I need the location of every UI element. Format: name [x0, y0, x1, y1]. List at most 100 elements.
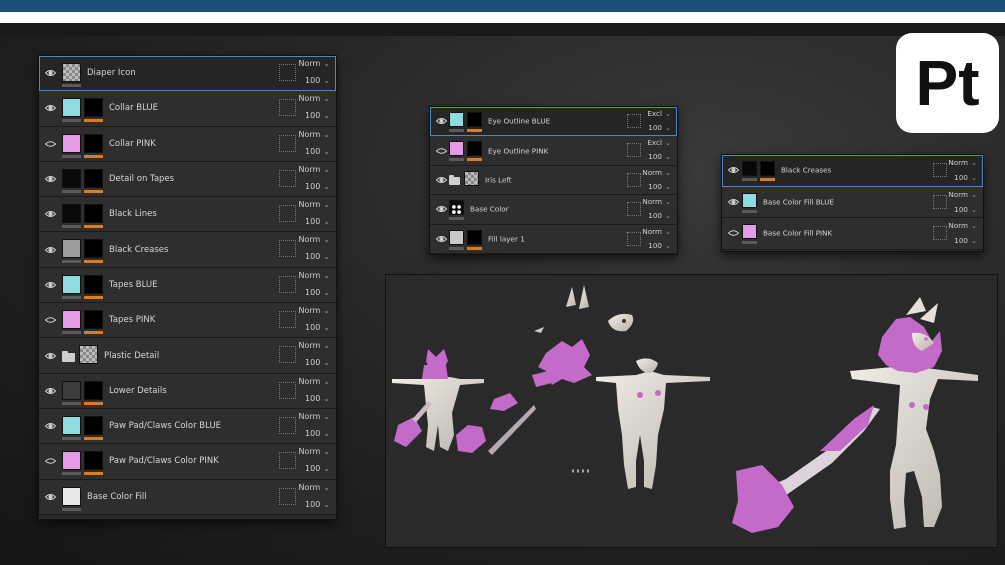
- blend-mode-dropdown[interactable]: Norm ⌄: [642, 168, 671, 177]
- layer-row[interactable]: Diaper Icon Norm ⌄ 100 ⌄: [39, 56, 336, 92]
- eye-visible-icon[interactable]: [45, 421, 56, 432]
- mask-thumbnail[interactable]: [84, 239, 103, 259]
- opacity-dropdown[interactable]: 100 ⌄: [305, 288, 330, 297]
- eye-visible-icon[interactable]: [728, 196, 739, 207]
- thumbnail-underline: [449, 246, 464, 250]
- mask-thumbnail[interactable]: [467, 229, 482, 245]
- eye-hidden-icon[interactable]: [45, 138, 56, 149]
- mask-thumbnail[interactable]: [84, 380, 103, 400]
- opacity-dropdown[interactable]: 100 ⌄: [305, 252, 330, 261]
- eye-visible-icon[interactable]: [728, 165, 739, 176]
- layer-row[interactable]: Lower Details Norm ⌄ 100 ⌄: [39, 373, 336, 409]
- mask-thumbnail[interactable]: [84, 133, 103, 153]
- opacity-dropdown[interactable]: 100 ⌄: [305, 182, 330, 191]
- mask-thumbnail[interactable]: [467, 141, 482, 157]
- opacity-dropdown[interactable]: 100 ⌄: [305, 76, 330, 85]
- layer-row[interactable]: Paw Pad/Claws Color BLUE Norm ⌄ 100 ⌄: [39, 408, 336, 445]
- eye-hidden-icon[interactable]: [45, 315, 56, 326]
- blend-mode-dropdown[interactable]: Norm ⌄: [298, 377, 330, 386]
- blend-mode-dropdown[interactable]: Norm ⌄: [298, 59, 330, 68]
- eye-visible-icon[interactable]: [45, 350, 56, 361]
- opacity-dropdown[interactable]: 100 ⌄: [648, 211, 671, 220]
- opacity-dropdown[interactable]: 100 ⌄: [305, 111, 330, 120]
- eye-visible-icon[interactable]: [45, 68, 56, 79]
- blend-mode-dropdown[interactable]: Norm ⌄: [298, 412, 330, 421]
- layer-row[interactable]: Black Creases Norm ⌄ 100 ⌄: [39, 232, 336, 268]
- mask-thumbnail[interactable]: [84, 415, 103, 435]
- layer-row[interactable]: Plastic Detail Norm ⌄ 100 ⌄: [39, 338, 336, 374]
- blend-mode-dropdown[interactable]: Norm ⌄: [298, 341, 330, 350]
- opacity-dropdown[interactable]: 100 ⌄: [305, 394, 330, 403]
- eye-visible-icon[interactable]: [436, 204, 447, 215]
- opacity-dropdown[interactable]: 100 ⌄: [305, 500, 330, 509]
- blend-mode-dropdown[interactable]: Norm ⌄: [298, 271, 330, 280]
- layer-row[interactable]: Detail on Tapes Norm ⌄ 100 ⌄: [39, 161, 336, 198]
- opacity-dropdown[interactable]: 100 ⌄: [648, 182, 671, 191]
- blend-mode-dropdown[interactable]: Norm ⌄: [298, 200, 330, 209]
- opacity-dropdown[interactable]: 100 ⌄: [305, 464, 330, 473]
- blend-mode-dropdown[interactable]: Norm ⌄: [298, 235, 330, 244]
- mask-thumbnail[interactable]: [84, 451, 103, 471]
- mask-thumbnail[interactable]: [84, 204, 103, 224]
- eye-visible-icon[interactable]: [45, 174, 56, 185]
- 3d-viewport[interactable]: [385, 274, 998, 548]
- opacity-dropdown[interactable]: 100 ⌄: [305, 323, 330, 332]
- blend-mode-dropdown[interactable]: Norm ⌄: [948, 221, 977, 230]
- opacity-dropdown[interactable]: 100 ⌄: [305, 358, 330, 367]
- eye-hidden-icon[interactable]: [728, 228, 739, 239]
- opacity-dropdown[interactable]: 100 ⌄: [954, 173, 977, 182]
- eye-visible-icon[interactable]: [436, 174, 447, 185]
- eye-visible-icon[interactable]: [436, 233, 447, 244]
- eye-visible-icon[interactable]: [45, 209, 56, 220]
- opacity-dropdown[interactable]: 100 ⌄: [648, 123, 671, 132]
- mask-thumbnail[interactable]: [84, 98, 103, 118]
- layer-row[interactable]: Fill layer 1 Norm ⌄ 100 ⌄: [430, 224, 677, 254]
- mask-thumbnail[interactable]: [84, 168, 103, 188]
- blend-mode-dropdown[interactable]: Norm ⌄: [298, 94, 330, 103]
- layer-row[interactable]: Base Color Fill Norm ⌄ 100 ⌄: [39, 479, 336, 515]
- opacity-dropdown[interactable]: 100 ⌄: [305, 217, 330, 226]
- layer-row[interactable]: Collar BLUE Norm ⌄ 100 ⌄: [39, 91, 336, 127]
- layer-row[interactable]: Collar PINK Norm ⌄ 100 ⌄: [39, 126, 336, 162]
- mask-thumbnail[interactable]: [84, 274, 103, 294]
- opacity-dropdown[interactable]: 100 ⌄: [648, 152, 671, 161]
- layer-row[interactable]: Iris Left Norm ⌄ 100 ⌄: [430, 165, 677, 196]
- blend-mode-dropdown[interactable]: Norm ⌄: [298, 130, 330, 139]
- opacity-dropdown[interactable]: 100 ⌄: [305, 147, 330, 156]
- mask-thumbnail[interactable]: [760, 161, 775, 176]
- blend-mode-dropdown[interactable]: Norm ⌄: [298, 483, 330, 492]
- layer-row[interactable]: Base Color Fill PINK Norm ⌄ 100 ⌄: [722, 218, 983, 250]
- blend-mode-dropdown[interactable]: Excl ⌄: [647, 138, 671, 147]
- blend-mode-dropdown[interactable]: Norm ⌄: [298, 165, 330, 174]
- eye-visible-icon[interactable]: [436, 116, 447, 127]
- layer-row[interactable]: Eye Outline BLUE Excl ⌄ 100 ⌄: [430, 107, 677, 137]
- layer-row[interactable]: Tapes BLUE Norm ⌄ 100 ⌄: [39, 267, 336, 304]
- eye-visible-icon[interactable]: [45, 103, 56, 114]
- mask-thumbnail[interactable]: [467, 112, 482, 127]
- eye-visible-icon[interactable]: [45, 244, 56, 255]
- layer-row[interactable]: Black Creases Norm ⌄ 100 ⌄: [722, 155, 983, 187]
- eye-hidden-icon[interactable]: [436, 145, 447, 156]
- layer-row[interactable]: Eye Outline PINK Excl ⌄ 100 ⌄: [430, 136, 677, 166]
- layer-row[interactable]: Black Lines Norm ⌄ 100 ⌄: [39, 197, 336, 233]
- layer-row[interactable]: Tapes PINK Norm ⌄ 100 ⌄: [39, 303, 336, 339]
- opacity-dropdown[interactable]: 100 ⌄: [954, 205, 977, 214]
- mask-thumbnail[interactable]: [84, 310, 103, 330]
- opacity-dropdown[interactable]: 100 ⌄: [305, 429, 330, 438]
- blend-mode-dropdown[interactable]: Norm ⌄: [642, 227, 671, 236]
- blend-mode-dropdown[interactable]: Norm ⌄: [298, 447, 330, 456]
- eye-hidden-icon[interactable]: [45, 456, 56, 467]
- eye-visible-icon[interactable]: [45, 491, 56, 502]
- layer-row[interactable]: Paw Pad/Claws Color PINK Norm ⌄ 100 ⌄: [39, 444, 336, 480]
- eye-visible-icon[interactable]: [45, 385, 56, 396]
- opacity-dropdown[interactable]: 100 ⌄: [954, 236, 977, 245]
- blend-mode-dropdown[interactable]: Excl ⌄: [647, 109, 671, 118]
- layer-row[interactable]: Base Color Norm ⌄ 100 ⌄: [430, 195, 677, 225]
- eye-visible-icon[interactable]: [45, 279, 56, 290]
- layer-row[interactable]: Base Color Fill BLUE Norm ⌄ 100 ⌄: [722, 186, 983, 219]
- blend-mode-dropdown[interactable]: Norm ⌄: [298, 306, 330, 315]
- opacity-dropdown[interactable]: 100 ⌄: [648, 241, 671, 250]
- blend-mode-dropdown[interactable]: Norm ⌄: [948, 190, 977, 199]
- blend-mode-dropdown[interactable]: Norm ⌄: [948, 158, 977, 167]
- blend-mode-dropdown[interactable]: Norm ⌄: [642, 197, 671, 206]
